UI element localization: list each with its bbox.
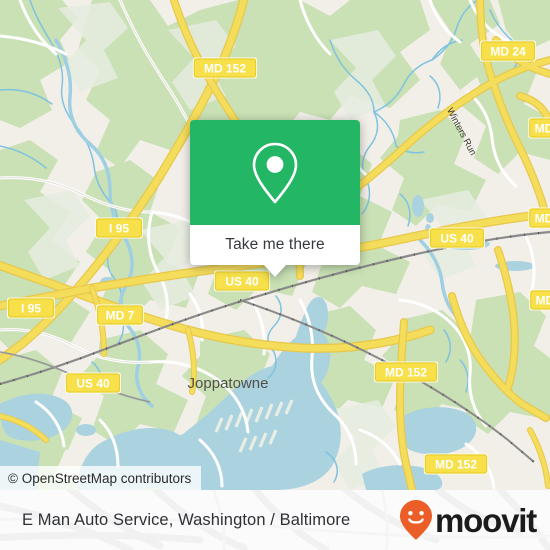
road-shield-label: US 40	[440, 232, 474, 246]
moovit-brand-logo[interactable]: moovit	[399, 499, 537, 541]
popup-pointer-tail	[264, 265, 286, 277]
road-shield: I 95	[95, 217, 143, 239]
road-shield-label: MD 7	[106, 309, 135, 323]
page-footer: E Man Auto Service, Washington / Baltimo…	[0, 490, 550, 550]
road-shield: MD	[528, 207, 550, 229]
road-shield-label: MD 152	[435, 458, 477, 472]
take-me-there-label: Take me there	[225, 236, 325, 253]
road-shield-label: I 95	[109, 222, 129, 236]
road-shield: MD 24	[480, 40, 536, 62]
road-shield: US 40	[65, 372, 121, 394]
road-shield: MD	[528, 117, 550, 139]
smiling-pin-icon	[400, 500, 433, 540]
moovit-map-page: Joppatowne Winters Run MD 152 MD 24 I 95 I …	[0, 0, 550, 550]
road-shield-label: MD	[535, 122, 550, 136]
take-me-there-button[interactable]: Take me there	[190, 225, 360, 265]
moovit-wordmark: moovit	[435, 501, 537, 539]
road-shield-label: I 95	[21, 302, 41, 316]
road-shield: MD 152	[192, 57, 258, 79]
road-shield-label: MD 24	[490, 45, 526, 59]
popup-image-panel	[190, 120, 360, 225]
road-shield-label: US 40	[76, 377, 110, 391]
road-shield: US 40	[214, 270, 270, 292]
road-shield: I 95	[7, 297, 55, 319]
location-title: E Man Auto Service, Washington / Baltimo…	[22, 510, 351, 529]
road-shield: MD	[529, 289, 550, 311]
road-shield: MD 152	[423, 453, 489, 475]
location-popup-card[interactable]: Take me there	[190, 120, 360, 277]
map-pin-icon	[252, 142, 298, 203]
map-canvas[interactable]: Joppatowne Winters Run MD 152 MD 24 I 95 I …	[0, 0, 550, 490]
road-shield-label: MD	[536, 294, 550, 308]
road-shield: MD 7	[96, 304, 144, 326]
road-shield: MD 152	[373, 361, 439, 383]
road-shield: US 40	[429, 227, 485, 249]
road-shield-label: MD	[535, 212, 550, 226]
road-shield-label: MD 152	[204, 62, 246, 76]
place-label-joppatowne: Joppatowne	[188, 375, 269, 392]
map-attribution: © OpenStreetMap contributors	[0, 466, 202, 490]
attribution-text: © OpenStreetMap contributors	[8, 470, 192, 486]
road-shield-label: US 40	[225, 275, 259, 289]
road-shield-label: MD 152	[385, 366, 427, 380]
